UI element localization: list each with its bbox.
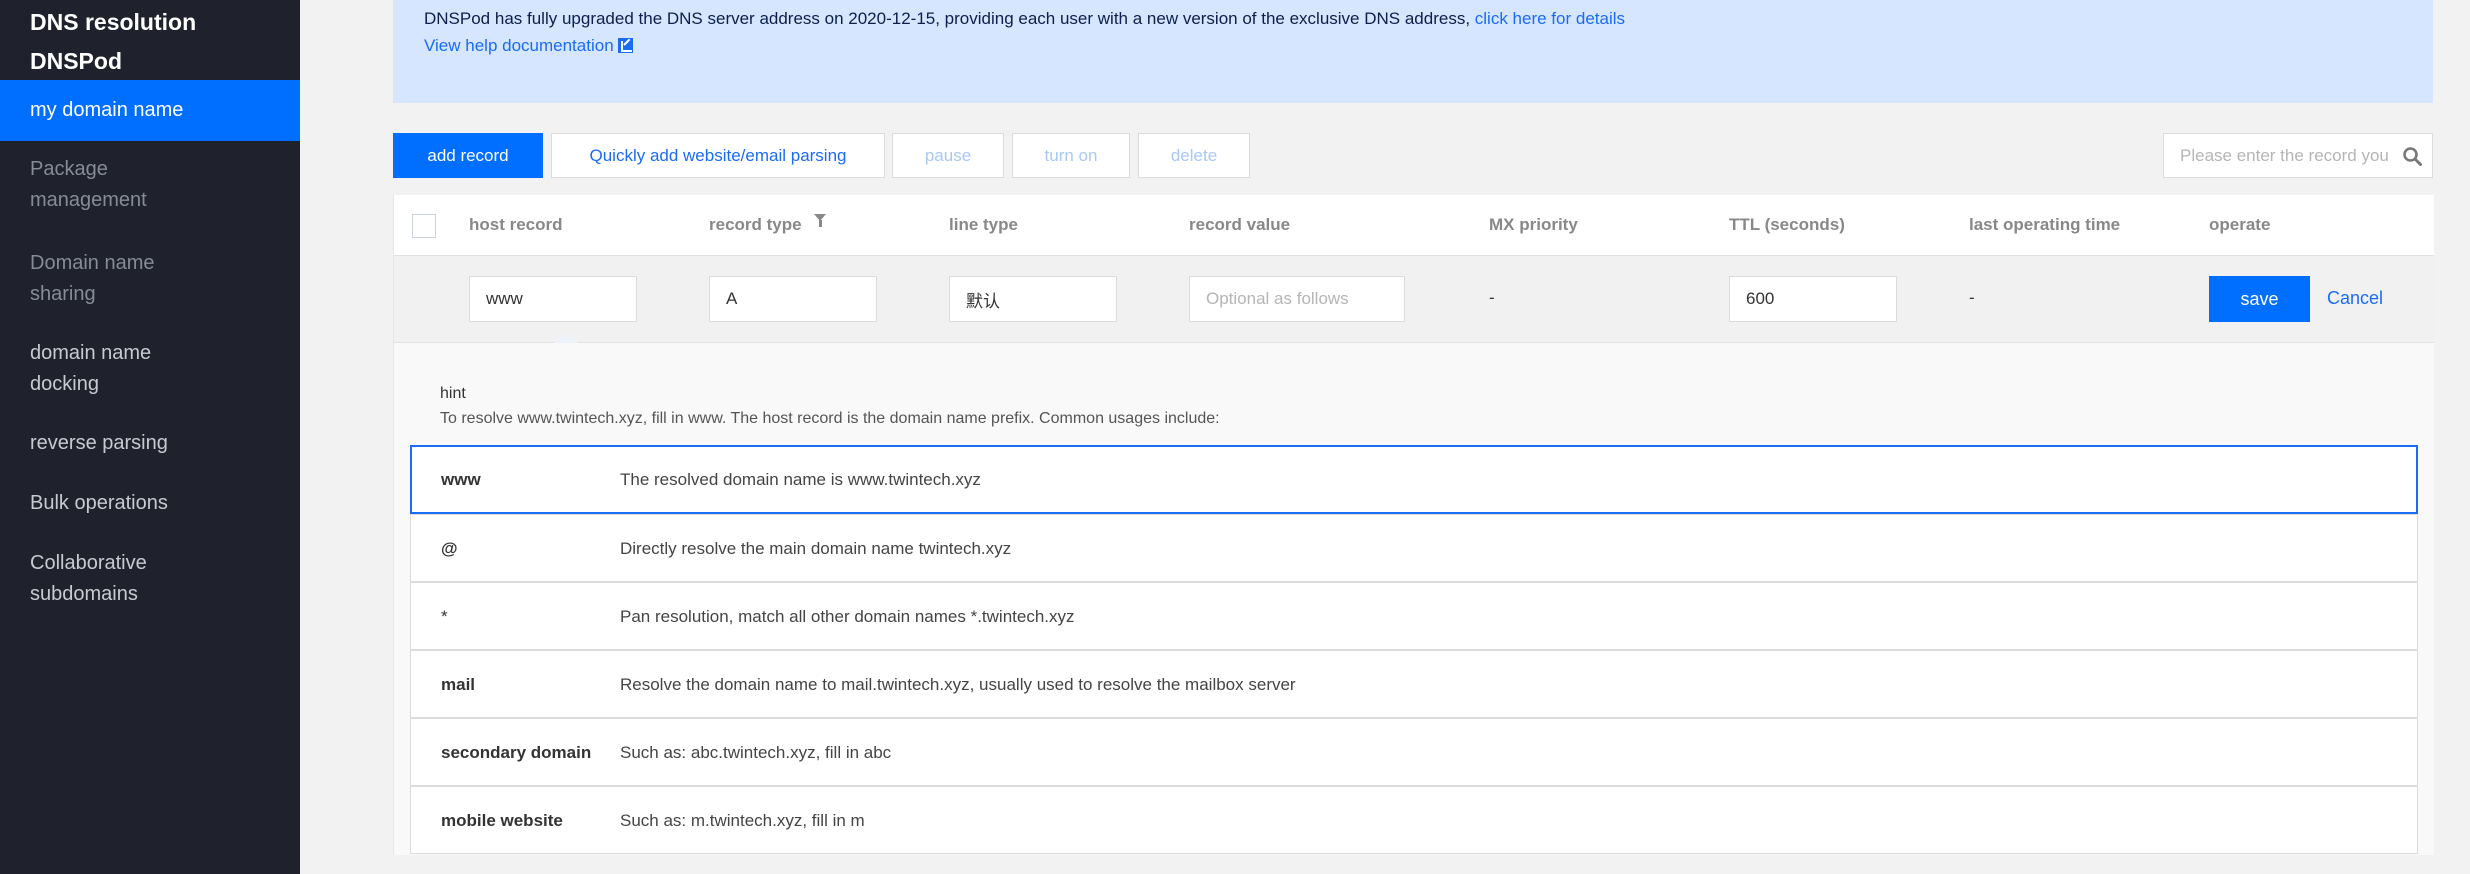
hint-option-key: www [441,470,481,489]
save-button[interactable]: save [2209,276,2310,322]
sidebar-item-domain-name-docking[interactable]: domain name docking [0,325,200,415]
hint-title: hint [440,385,466,402]
hint-option-key: secondary domain [441,743,592,762]
table-row-edit: - - save Cancel [394,256,2434,343]
quick-add-button[interactable]: Quickly add website/email parsing [551,133,885,178]
last-operating-time-value: - [1969,288,1975,307]
record-type-select[interactable] [709,276,877,322]
hint-option-mail[interactable]: mail Resolve the domain name to mail.twi… [410,650,2418,718]
mx-priority-value: - [1489,288,1495,307]
hint-option-www[interactable]: www The resolved domain name is www.twin… [410,445,2418,514]
hint-option-description: Such as: m.twintech.xyz, fill in m [620,811,865,830]
hint-option-description: Such as: abc.twintech.xyz, fill in abc [620,743,892,762]
sidebar: DNS resolution DNSPod my domain name Pac… [0,0,300,874]
hint-option-key: mobile website [441,811,563,830]
notice-banner: DNSPod has fully upgraded the DNS server… [393,0,2433,103]
sidebar-item-collaborative-subdomains[interactable]: Collaborative subdomains [0,535,200,623]
column-line-type: line type [949,215,1018,234]
add-record-button[interactable]: add record [393,133,543,178]
hint-option-secondary-domain[interactable]: secondary domain Such as: abc.twintech.x… [410,718,2418,786]
column-record-type: record type [709,214,826,236]
sidebar-item-bulk-operations[interactable]: Bulk operations [0,475,300,535]
turn-on-button[interactable]: turn on [1012,133,1130,178]
column-last-operating-time: last operating time [1969,215,2121,234]
notice-message: DNSPod has fully upgraded the DNS server… [424,9,1475,28]
sidebar-item-package-management[interactable]: Package management [0,141,200,235]
search-input[interactable] [2164,134,2389,177]
help-link-label: View help documentation [424,36,614,55]
sidebar-item-my-domain-name[interactable]: my domain name [0,80,300,141]
filter-icon[interactable] [813,214,826,228]
record-value-input[interactable] [1189,276,1405,322]
hint-description: To resolve www.twintech.xyz, fill in www… [440,410,1220,427]
hint-option-description: The resolved domain name is www.twintech… [620,470,981,489]
records-table: host record record type line type record… [393,195,2434,855]
cancel-button[interactable]: Cancel [2327,288,2383,309]
delete-button[interactable]: delete [1138,133,1250,178]
search-box [2163,133,2433,178]
hint-option-key: @ [441,539,458,558]
hint-option-mobile-website[interactable]: mobile website Such as: m.twintech.xyz, … [410,786,2418,854]
pause-button[interactable]: pause [892,133,1004,178]
hint-option-key: * [441,607,448,626]
external-link-icon [617,38,633,53]
table-header: host record record type line type record… [394,195,2434,256]
app-title: DNS resolution DNSPod [30,9,197,74]
sidebar-nav: my domain name Package management Domain… [0,80,300,623]
details-link[interactable]: click here for details [1475,9,1625,28]
hint-list: www The resolved domain name is www.twin… [410,445,2418,854]
column-record-type-label: record type [709,215,802,234]
column-operate: operate [2209,215,2271,234]
sidebar-item-reverse-parsing[interactable]: reverse parsing [0,415,300,475]
hint-option-description: Resolve the domain name to mail.twintech… [620,675,1296,694]
ttl-input[interactable] [1729,276,1897,322]
select-all-checkbox[interactable] [412,214,436,238]
notice-text: DNSPod has fully upgraded the DNS server… [424,8,1625,30]
line-type-select[interactable] [949,276,1117,322]
column-mx-priority: MX priority [1489,215,1578,234]
hint-option-key: mail [441,675,476,694]
sidebar-item-domain-name-sharing[interactable]: Domain name sharing [0,235,200,325]
hint-pointer [554,333,578,343]
hint-option-at[interactable]: @ Directly resolve the main domain name … [410,514,2418,582]
help-documentation-link[interactable]: View help documentation [424,35,633,57]
host-record-input[interactable] [469,276,637,322]
column-host-record: host record [469,215,563,234]
hint-option-description: Directly resolve the main domain name tw… [620,539,1012,558]
hint-panel: hint To resolve www.twintech.xyz, fill i… [394,333,2434,855]
hint-option-wildcard[interactable]: * Pan resolution, match all other domain… [410,582,2418,650]
search-icon[interactable] [2402,146,2422,166]
column-ttl: TTL (seconds) [1729,215,1845,234]
hint-option-description: Pan resolution, match all other domain n… [620,607,1075,626]
column-record-value: record value [1189,215,1291,234]
